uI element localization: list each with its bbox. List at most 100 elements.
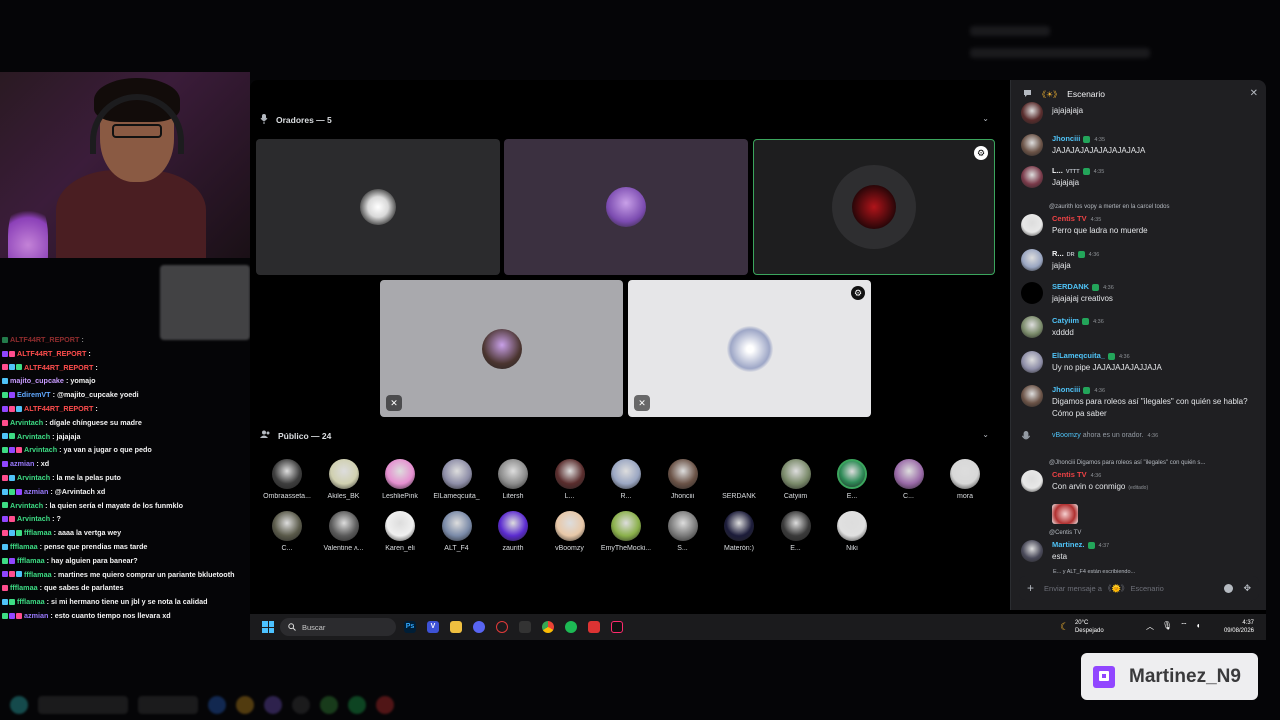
audience-member[interactable]: Litersh [485, 459, 541, 500]
message-composer[interactable]: + Enviar mensaje a 《🌞》 Escenario ✥ [1019, 576, 1259, 600]
microphone-icon[interactable]: 🎙 [1162, 621, 1172, 632]
user-avatar[interactable] [1021, 385, 1043, 407]
message-attachment-image[interactable] [1052, 504, 1078, 524]
audience-member[interactable]: Jhonciii [655, 459, 711, 500]
user-avatar[interactable] [1021, 540, 1043, 562]
audience-member[interactable]: C... [259, 511, 315, 552]
chevron-down-icon[interactable]: ⌄ [982, 430, 989, 439]
audience-member[interactable]: ALT_F4 [429, 511, 485, 552]
calendar-icon[interactable] [588, 621, 600, 633]
discord-window: Oradores — 5 ⌄ ⚙ ✕ ⚙ ✕ Público — 24 ⌄ Ombra… [250, 80, 1266, 640]
message-text: Cómo pa saber [1052, 409, 1107, 418]
speaker-tile[interactable]: ⚙ [753, 139, 995, 275]
user-avatar[interactable] [1021, 249, 1043, 271]
message-text: Uy no pipe JAJAJAJAJAJJAJA [1052, 363, 1162, 372]
twitch-chat-line: ffflamaa: hay alguien para banear? [2, 554, 250, 568]
audience-member[interactable]: C... [881, 459, 937, 500]
audience-member[interactable]: Ombraasseta... [259, 459, 315, 500]
user-avatar[interactable] [1021, 102, 1043, 124]
audience-member[interactable]: Catyiim [768, 459, 824, 500]
badge-icon [9, 392, 15, 399]
audience-member[interactable]: zaurith [485, 511, 541, 552]
audience-member[interactable]: R... [598, 459, 654, 500]
audience-member[interactable]: SERDANK [711, 459, 767, 500]
speaker-tile[interactable] [256, 139, 500, 275]
message-username[interactable]: Martinez. 4:37 [1052, 540, 1109, 549]
username-text[interactable]: ElLameqcuita_ [1052, 351, 1105, 360]
username-text[interactable]: Jhonciii [1052, 385, 1080, 394]
background-dock [0, 690, 620, 720]
chat-username: ALTF44RT_REPORT [24, 403, 94, 413]
message-username[interactable]: SERDANK 4:36 [1052, 282, 1114, 291]
editor-icon[interactable]: V [427, 621, 439, 633]
close-icon[interactable]: ✕ [1250, 88, 1258, 99]
chevron-up-icon[interactable]: ︿ [1146, 621, 1154, 632]
gear-icon[interactable]: ⚙ [974, 146, 988, 160]
audience-member[interactable]: LeshliePink [372, 459, 428, 500]
chat-badges [2, 392, 15, 399]
chevron-down-icon[interactable]: ⌄ [982, 114, 989, 123]
username-text[interactable]: SERDANK [1052, 282, 1089, 291]
audience-member[interactable]: EmyTheMocki... [598, 511, 654, 552]
badge-icon [2, 557, 8, 564]
audience-member[interactable]: vBoomzy [542, 511, 598, 552]
speaker-tile[interactable] [504, 139, 748, 275]
audience-member[interactable]: E... [768, 511, 824, 552]
audience-member[interactable]: Valentine ʌ... [316, 511, 372, 552]
taskbar-search[interactable]: Buscar [280, 618, 396, 636]
username-text[interactable]: Catyiim [1052, 316, 1079, 325]
audience-member[interactable]: Materón:) [711, 511, 767, 552]
chrome-icon[interactable] [542, 621, 554, 633]
message-username[interactable]: Catyiim 4:36 [1052, 316, 1104, 325]
audience-member[interactable]: E... [824, 459, 880, 500]
user-avatar[interactable] [1021, 316, 1043, 338]
message-username[interactable]: Jhonciii 4:35 [1052, 134, 1105, 143]
username-text[interactable]: Martinez. [1052, 540, 1085, 549]
user-avatar[interactable] [1021, 134, 1043, 156]
message-username[interactable]: Centis TV 4:36 [1052, 470, 1101, 479]
audience-member[interactable]: S... [655, 511, 711, 552]
audience-member[interactable]: Niki [824, 511, 880, 552]
verified-icon [1083, 386, 1091, 394]
user-avatar[interactable] [1021, 470, 1043, 492]
username-text[interactable]: Centis TV [1052, 470, 1087, 479]
audience-member[interactable]: L... [542, 459, 598, 500]
wifi-icon[interactable]: ⌔ [1180, 621, 1188, 632]
recorder-icon[interactable] [496, 621, 508, 633]
composer-placeholder[interactable]: Enviar mensaje a 《🌞》 Escenario [1044, 583, 1214, 594]
audience-member[interactable]: mora [937, 459, 993, 500]
username-text[interactable]: L... [1052, 166, 1063, 175]
username-text[interactable]: Centis TV [1052, 214, 1087, 223]
spotify-icon[interactable] [565, 621, 577, 633]
weather-widget[interactable]: ☾ 20°C Despejado [1060, 619, 1104, 635]
gear-icon[interactable]: ⚙ [851, 286, 865, 300]
volume-icon[interactable]: ◖ [1196, 621, 1201, 632]
search-placeholder[interactable]: Buscar [302, 623, 325, 632]
tiktok-icon[interactable] [611, 621, 623, 633]
message-username[interactable]: Jhonciii 4:36 [1052, 385, 1105, 394]
file-explorer-icon[interactable] [450, 621, 462, 633]
speaker-tile[interactable]: ⚙ ✕ [628, 280, 871, 417]
message-username[interactable]: L... VTTT 4:35 [1052, 166, 1104, 175]
emoji-icon[interactable] [1224, 583, 1234, 593]
username-text[interactable]: Jhonciii [1052, 134, 1080, 143]
audience-member[interactable]: Karen_eli [372, 511, 428, 552]
audience-member[interactable]: Akiles_BK [316, 459, 372, 500]
message-username[interactable]: Centis TV 4:35 [1052, 214, 1101, 223]
apps-icon[interactable]: ✥ [1243, 583, 1251, 594]
windows-start-icon[interactable] [262, 621, 274, 633]
message-username[interactable]: R... DR 4:36 [1052, 249, 1099, 258]
photoshop-icon[interactable]: Ps [404, 621, 416, 633]
user-avatar[interactable] [1021, 351, 1043, 373]
user-avatar[interactable] [1021, 166, 1043, 188]
audience-member[interactable]: ElLameqcuita_ [429, 459, 485, 500]
message-username[interactable]: ElLameqcuita_ 4:36 [1052, 351, 1130, 360]
obs-icon[interactable] [519, 621, 531, 633]
speaker-tile[interactable]: ✕ [380, 280, 623, 417]
add-attachment-icon[interactable]: + [1027, 581, 1034, 595]
user-avatar[interactable] [1021, 282, 1043, 304]
discord-icon[interactable] [473, 621, 485, 633]
username-text[interactable]: R... [1052, 249, 1064, 258]
user-avatar[interactable] [1021, 214, 1043, 236]
clock[interactable]: 4:37 09/08/2026 [1224, 619, 1254, 635]
